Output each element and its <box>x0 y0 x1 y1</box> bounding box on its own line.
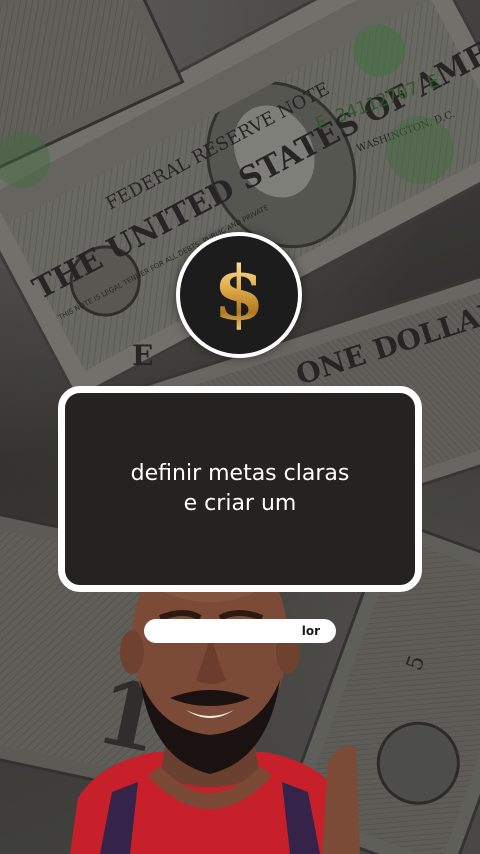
bill-five-text: 5 <box>402 652 430 674</box>
bill-bank-text: FEDERAL RESERVE NOTE <box>102 78 333 214</box>
label-pill: lor <box>144 619 336 643</box>
caption-line-1: definir metas claras <box>130 461 350 486</box>
bill-letter-text: E <box>132 339 153 372</box>
caption-line-2: e criar um <box>183 491 297 516</box>
dollar-sign-badge: $ <box>176 232 302 358</box>
label-pill-text: lor <box>301 624 320 638</box>
bill-serial-text: E 34112707 E <box>313 70 442 134</box>
bill-denomination-text: ONE DOLLAR <box>292 294 480 392</box>
video-frame: THE UNITED STATES OF AMERICA FEDERAL RES… <box>0 0 480 854</box>
dollar-sign-icon: $ <box>213 251 265 337</box>
caption-card: definir metas claras e criar um <box>58 386 422 592</box>
caption-text: definir metas claras e criar um <box>90 459 390 519</box>
bill-city-text: WASHINGTON, D.C. <box>355 109 456 155</box>
